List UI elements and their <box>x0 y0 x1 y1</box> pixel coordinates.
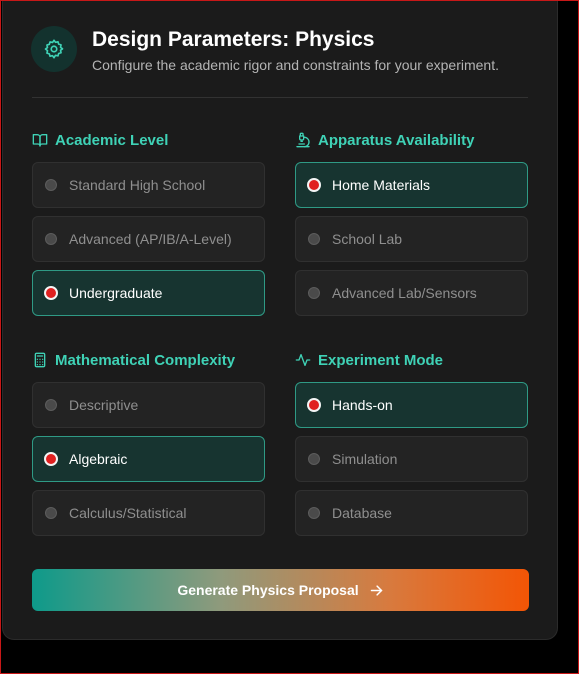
design-parameters-panel: Design Parameters: Physics Configure the… <box>2 0 558 640</box>
option-label: Database <box>332 505 392 521</box>
option-descriptive[interactable]: Descriptive <box>32 382 265 428</box>
arrow-right-icon <box>370 584 382 596</box>
radio-button-selected[interactable] <box>44 286 58 300</box>
radio-button[interactable] <box>45 233 57 245</box>
section-title: Experiment Mode <box>318 351 444 369</box>
option-simulation[interactable]: Simulation <box>295 436 528 482</box>
option-undergraduate[interactable]: Undergraduate <box>32 270 265 316</box>
option-advanced-ap-ib[interactable]: Advanced (AP/IB/A-Level) <box>32 216 265 262</box>
option-calculus-statistical[interactable]: Calculus/Statistical <box>32 490 265 536</box>
section-header: Apparatus Availability <box>295 131 528 149</box>
radio-button[interactable] <box>308 507 320 519</box>
section-title: Academic Level <box>55 131 169 149</box>
calculator-icon <box>34 352 46 368</box>
radio-button[interactable] <box>308 287 320 299</box>
experiment-mode-section: Experiment Mode Hands-on Simulation Data… <box>295 351 528 544</box>
gear-icon <box>31 26 77 72</box>
section-header: Academic Level <box>32 131 265 149</box>
section-header: Experiment Mode <box>295 351 528 369</box>
option-label: Advanced (AP/IB/A-Level) <box>69 231 232 247</box>
microscope-icon <box>296 132 310 148</box>
section-title: Apparatus Availability <box>318 131 475 149</box>
page-subtitle: Configure the academic rigor and constra… <box>92 57 499 73</box>
option-label: Simulation <box>332 451 398 467</box>
radio-button-selected[interactable] <box>307 178 321 192</box>
option-label: Descriptive <box>69 397 139 413</box>
option-label: Home Materials <box>332 177 431 193</box>
option-hands-on[interactable]: Hands-on <box>295 382 528 428</box>
header-divider <box>32 97 528 98</box>
apparatus-availability-section: Apparatus Availability Home Materials Sc… <box>295 131 528 324</box>
radio-button[interactable] <box>308 233 320 245</box>
radio-button-selected[interactable] <box>307 398 321 412</box>
generate-proposal-button[interactable]: Generate Physics Proposal <box>32 569 529 611</box>
page-title: Design Parameters: Physics <box>92 28 375 51</box>
option-algebraic[interactable]: Algebraic <box>32 436 265 482</box>
section-header: Mathematical Complexity <box>32 351 265 369</box>
radio-button[interactable] <box>45 399 57 411</box>
option-label: Calculus/Statistical <box>69 505 187 521</box>
generate-button-label: Generate Physics Proposal <box>177 582 359 598</box>
option-label: Standard High School <box>69 177 206 193</box>
mathematical-complexity-section: Mathematical Complexity Descriptive Alge… <box>32 351 265 544</box>
activity-icon <box>295 354 311 366</box>
radio-button[interactable] <box>308 453 320 465</box>
radio-button[interactable] <box>45 507 57 519</box>
option-database[interactable]: Database <box>295 490 528 536</box>
section-title: Mathematical Complexity <box>55 351 236 369</box>
option-standard-high-school[interactable]: Standard High School <box>32 162 265 208</box>
option-advanced-lab-sensors[interactable]: Advanced Lab/Sensors <box>295 270 528 316</box>
option-school-lab[interactable]: School Lab <box>295 216 528 262</box>
radio-button-selected[interactable] <box>44 452 58 466</box>
option-home-materials[interactable]: Home Materials <box>295 162 528 208</box>
option-label: Advanced Lab/Sensors <box>332 285 477 301</box>
radio-button[interactable] <box>45 179 57 191</box>
academic-level-section: Academic Level Standard High School Adva… <box>32 131 265 324</box>
option-label: Algebraic <box>69 451 128 467</box>
book-icon <box>32 134 48 147</box>
option-label: Hands-on <box>332 397 393 413</box>
option-label: School Lab <box>332 231 403 247</box>
option-label: Undergraduate <box>69 285 163 301</box>
